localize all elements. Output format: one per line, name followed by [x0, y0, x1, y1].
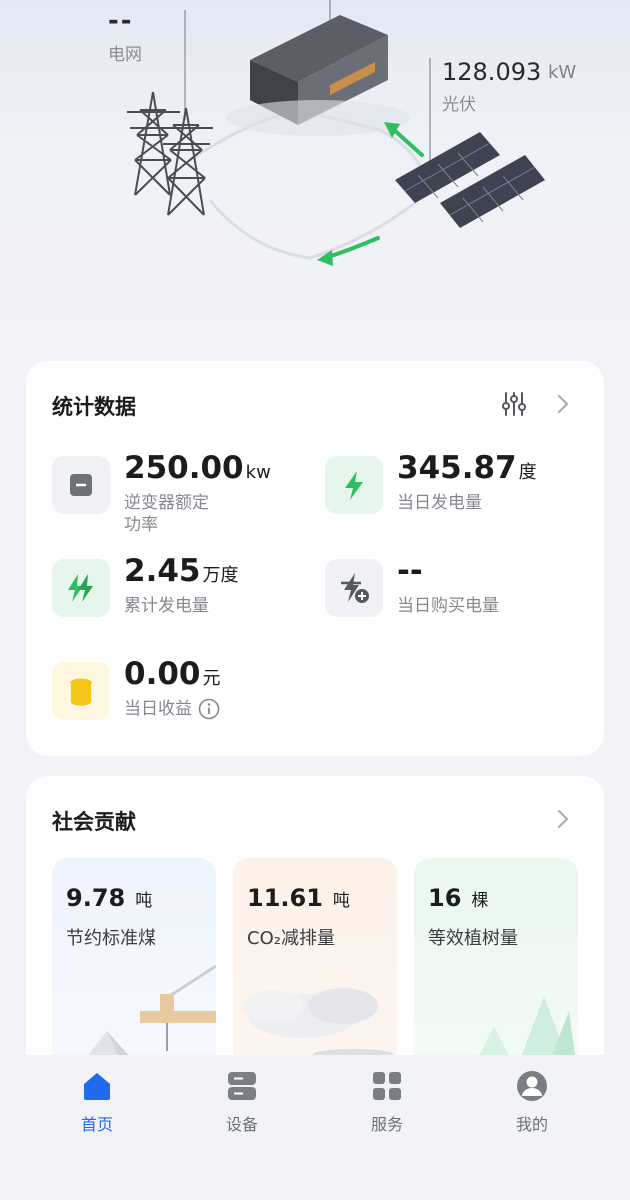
grid-label: 电网: [108, 45, 142, 65]
filter-settings-icon[interactable]: [500, 390, 528, 418]
tab-profile[interactable]: 我的: [472, 1069, 592, 1139]
pv-power-value: 128.093: [442, 58, 542, 86]
tab-devices[interactable]: 设备: [182, 1069, 302, 1139]
metric-value: 0.00: [124, 656, 201, 692]
metric-unit: kw: [245, 462, 271, 483]
coins-icon: [52, 662, 110, 720]
metric-value: 2.45: [124, 553, 201, 589]
metric-label: 逆变器额定: [124, 493, 209, 513]
grid-apps-icon: [373, 1072, 401, 1100]
metric-unit: 元: [202, 668, 221, 689]
co2-reduction-tile[interactable]: 11.61 吨 CO₂减排量: [233, 858, 397, 1076]
inverter-icon: [52, 456, 110, 514]
metric-value: --: [397, 553, 423, 589]
tile-label: 节约标准煤: [66, 928, 156, 949]
tile-value: 11.61: [247, 884, 323, 912]
coal-saved-tile[interactable]: 9.78 吨 节约标准煤: [52, 858, 216, 1076]
lightning-plus-icon: [325, 559, 383, 617]
metric-value: 345.87: [397, 450, 517, 486]
chevron-right-icon[interactable]: [552, 393, 574, 415]
tree-planting-tile[interactable]: 16 棵 等效植树量: [414, 858, 578, 1076]
metric-value: 250.00: [124, 450, 244, 486]
pv-power-unit: kW: [548, 62, 577, 83]
tab-services[interactable]: 服务: [327, 1069, 447, 1139]
bottom-tab-bar: 首页 设备 服务 我的: [0, 1055, 630, 1200]
grid-power-value: --: [108, 6, 134, 36]
tab-home[interactable]: 首页: [37, 1069, 157, 1139]
tile-label: CO₂减排量: [247, 928, 335, 949]
tile-unit: 棵: [471, 891, 489, 911]
tile-value: 9.78: [66, 884, 126, 912]
metric-label: 累计发电量: [124, 596, 209, 616]
energy-flow-illustration: -- 电网 128.093 kW 光伏: [0, 0, 630, 345]
pv-label: 光伏: [442, 95, 476, 115]
energy-flow-drawing: [127, 0, 545, 266]
social-contribution-card: 社会贡献 9.78 吨 节约标准煤 11.61 吨 CO₂减排量 16 棵 等效植树量: [26, 776, 604, 1076]
chevron-right-icon[interactable]: [552, 808, 574, 830]
server-icon: [228, 1072, 256, 1100]
tile-unit: 吨: [135, 891, 153, 911]
tile-unit: 吨: [332, 891, 350, 911]
metric-label: 当日购买电量: [397, 596, 499, 616]
metric-unit: 度: [518, 462, 537, 483]
social-contribution-title: 社会贡献: [52, 810, 136, 834]
statistics-title: 统计数据: [52, 395, 136, 419]
statistics-card: 统计数据 250.00 kw 逆变器额定 功率 345.87 度 当日发电量 2…: [26, 361, 604, 756]
double-lightning-icon: [52, 559, 110, 617]
metric-label: 当日收益: [124, 699, 192, 719]
metric-unit: 万度: [202, 565, 239, 586]
solar-panel-icon: [395, 132, 545, 228]
metric-label-line2: 功率: [124, 515, 158, 535]
lightning-icon: [325, 456, 383, 514]
tab-label: 我的: [515, 1115, 548, 1134]
tab-label: 设备: [225, 1115, 258, 1134]
user-icon: [517, 1071, 547, 1101]
info-icon[interactable]: [198, 698, 220, 720]
tab-label: 首页: [80, 1115, 113, 1134]
tile-value: 16: [428, 884, 462, 912]
metric-label: 当日发电量: [397, 493, 482, 513]
tab-label: 服务: [370, 1115, 403, 1134]
tile-label: 等效植树量: [428, 928, 518, 949]
home-icon: [84, 1073, 110, 1100]
building-icon: [226, 15, 410, 136]
